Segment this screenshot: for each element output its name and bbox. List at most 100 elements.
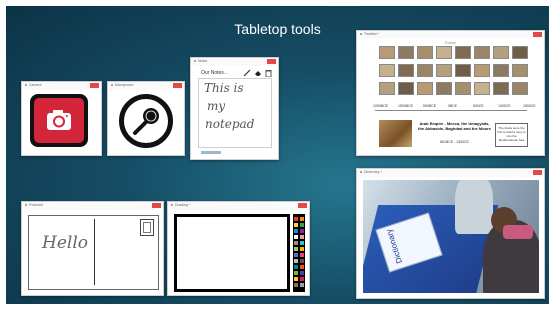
timeline-thumbnail[interactable] — [398, 46, 414, 59]
drawing-canvas[interactable] — [174, 214, 290, 292]
timeline-thumbnail[interactable] — [379, 64, 395, 77]
color-swatch[interactable] — [299, 271, 304, 275]
timeline-dates: 1000BCE 1500BCE 500BCE 0BCE 500CE 1000CE 1500C… — [357, 104, 546, 112]
close-button[interactable] — [533, 170, 542, 175]
timeline-thumbnail[interactable] — [379, 82, 395, 95]
close-button[interactable] — [267, 59, 276, 64]
postcard-window-titlebar[interactable]: Postcard — [22, 202, 163, 210]
timeline-thumbnail[interactable] — [512, 64, 528, 77]
timeline-thumbnail[interactable] — [417, 46, 433, 59]
postcard-card[interactable]: Hello — [28, 215, 159, 290]
color-swatch[interactable] — [299, 235, 304, 239]
timeline-thumbnail[interactable] — [493, 64, 509, 77]
timeline-header: Events — [445, 41, 456, 45]
color-swatch[interactable] — [294, 229, 298, 233]
timeline-thumbnail[interactable] — [493, 82, 509, 95]
timeline-thumbnail[interactable] — [417, 82, 433, 95]
camera-window-title: Camera — [29, 83, 42, 87]
color-swatch[interactable] — [299, 229, 304, 233]
timeline-thumbnail[interactable] — [398, 64, 414, 77]
color-swatch[interactable] — [294, 217, 298, 221]
window-dot-icon — [171, 204, 173, 207]
drawing-window[interactable]: Drawing * — [167, 201, 310, 296]
close-button[interactable] — [533, 32, 542, 37]
window-dot-icon — [25, 84, 27, 87]
timeline-thumbnail[interactable] — [474, 46, 490, 59]
child-shirt-pink — [503, 225, 533, 239]
record-button[interactable] — [119, 94, 173, 148]
timeline-thumbnail[interactable] — [436, 46, 452, 59]
color-swatch[interactable] — [294, 247, 298, 251]
color-swatch[interactable] — [299, 283, 304, 287]
color-swatch[interactable] — [294, 259, 298, 263]
microphone-icon — [133, 108, 159, 135]
notes-handwriting-line-2: my — [207, 99, 226, 113]
close-button[interactable] — [173, 83, 182, 88]
timeline-window-titlebar[interactable]: Timeline * — [357, 31, 544, 39]
dictionary-window-title: Dictionary * — [364, 170, 382, 174]
timeline-event-image[interactable] — [379, 120, 412, 147]
color-swatch[interactable] — [299, 259, 304, 263]
timeline-thumbnail[interactable] — [455, 46, 471, 59]
dictionary-window[interactable]: Dictionary * Dictionary — [356, 168, 545, 299]
timeline-window[interactable]: Timeline * Events 1000BCE 1500BCE 500BCE 0B… — [356, 30, 545, 156]
color-swatch[interactable] — [294, 241, 298, 245]
postcard-window[interactable]: Postcard Hello — [21, 201, 164, 296]
color-swatch[interactable] — [299, 265, 304, 269]
timeline-thumbnail[interactable] — [455, 82, 471, 95]
color-swatch[interactable] — [294, 223, 298, 227]
notes-page[interactable]: This is my notepad — [198, 78, 272, 148]
dictionary-photo: Dictionary — [363, 180, 539, 293]
notes-window-titlebar[interactable]: Notes — [191, 58, 278, 66]
timeline-thumbnail[interactable] — [474, 64, 490, 77]
timeline-thumbnail[interactable] — [379, 46, 395, 59]
drawing-window-titlebar[interactable]: Drawing * — [168, 202, 309, 210]
timeline-date-label: 500BCE — [423, 104, 437, 108]
camera-window[interactable]: Camera — [21, 81, 102, 156]
dictionary-window-titlebar[interactable]: Dictionary * — [357, 169, 544, 177]
color-swatch[interactable] — [294, 277, 298, 281]
timeline-thumbnail[interactable] — [493, 46, 509, 59]
notes-handwriting-line-3: notepad — [205, 117, 255, 131]
timeline-thumbnail[interactable] — [455, 64, 471, 77]
color-swatch[interactable] — [294, 283, 298, 287]
color-swatch[interactable] — [294, 253, 298, 257]
postcard-divider — [94, 219, 95, 285]
timeline-side-note: The Arabs were the first to build a navy… — [495, 123, 528, 147]
notes-window-title: Notes — [198, 59, 208, 63]
trash-icon[interactable] — [265, 69, 272, 77]
timeline-thumbnail[interactable] — [436, 82, 452, 95]
close-button[interactable] — [90, 83, 99, 88]
window-dot-icon — [360, 171, 362, 174]
eraser-icon[interactable] — [254, 69, 262, 77]
timeline-thumbnail[interactable] — [512, 82, 528, 95]
color-swatch[interactable] — [299, 217, 304, 221]
camera-icon — [47, 110, 71, 130]
timeline-thumbnail[interactable] — [474, 82, 490, 95]
drawing-canvas-area[interactable] — [177, 217, 287, 289]
color-swatch[interactable] — [294, 271, 298, 275]
window-dot-icon — [194, 60, 196, 63]
color-swatch[interactable] — [299, 241, 304, 245]
notes-window[interactable]: Notes Our Notes... This is my notepad — [190, 57, 279, 160]
color-swatch[interactable] — [299, 277, 304, 281]
timeline-date-label: 1000CE — [498, 104, 511, 108]
color-swatch[interactable] — [299, 253, 304, 257]
microphone-window[interactable]: Microphone — [107, 81, 185, 156]
timeline-thumbnail[interactable] — [417, 64, 433, 77]
color-swatch[interactable] — [294, 265, 298, 269]
pencil-icon[interactable] — [243, 69, 251, 77]
timeline-thumbnail[interactable] — [398, 82, 414, 95]
color-swatch[interactable] — [299, 223, 304, 227]
close-button[interactable] — [298, 203, 307, 208]
postcard-stamp-box — [140, 219, 154, 236]
color-swatch[interactable] — [294, 235, 298, 239]
timeline-thumbnail[interactable] — [512, 46, 528, 59]
drawing-color-palette[interactable] — [293, 214, 305, 292]
close-button[interactable] — [152, 203, 161, 208]
timeline-thumbnail[interactable] — [436, 64, 452, 77]
camera-button[interactable] — [30, 94, 88, 147]
color-swatch[interactable] — [299, 247, 304, 251]
postcard-handwriting: Hello — [42, 233, 88, 253]
dictionary-book-label: Dictionary — [384, 227, 405, 265]
